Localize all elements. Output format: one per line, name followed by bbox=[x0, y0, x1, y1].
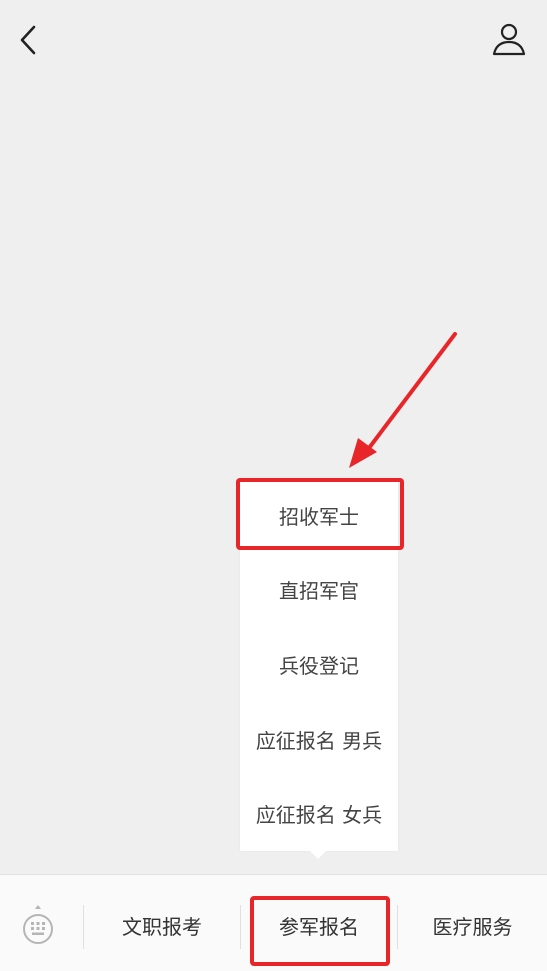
submenu-item-enlist-male[interactable]: 应征报名 男兵 bbox=[240, 702, 398, 777]
tab-divider bbox=[240, 905, 241, 949]
tab-medical-services[interactable]: 医疗服务 bbox=[398, 895, 547, 955]
user-icon bbox=[492, 23, 526, 56]
profile-button[interactable] bbox=[489, 20, 529, 60]
back-button[interactable] bbox=[12, 20, 48, 60]
submenu-pointer bbox=[310, 851, 326, 859]
chevron-left-icon bbox=[20, 25, 36, 55]
submenu-item-military-registration[interactable]: 兵役登记 bbox=[240, 627, 398, 702]
submenu-popup: 招收军士 直招军官 兵役登记 应征报名 男兵 应征报名 女兵 bbox=[240, 478, 398, 851]
submenu-item-enlist-female[interactable]: 应征报名 女兵 bbox=[240, 776, 398, 851]
tab-civilian-job-exam[interactable]: 文职报考 bbox=[84, 895, 240, 955]
top-navigation-bar bbox=[0, 0, 547, 80]
keyboard-toggle-button[interactable] bbox=[18, 903, 58, 947]
tab-military-enlistment[interactable]: 参军报名 bbox=[242, 895, 396, 955]
submenu-item-direct-officers[interactable]: 直招军官 bbox=[240, 553, 398, 628]
bottom-menu-bar: 文职报考 参军报名 医疗服务 bbox=[0, 874, 547, 971]
submenu-item-recruit-sergeants[interactable]: 招收军士 bbox=[240, 478, 398, 553]
keyboard-icon bbox=[23, 905, 53, 944]
